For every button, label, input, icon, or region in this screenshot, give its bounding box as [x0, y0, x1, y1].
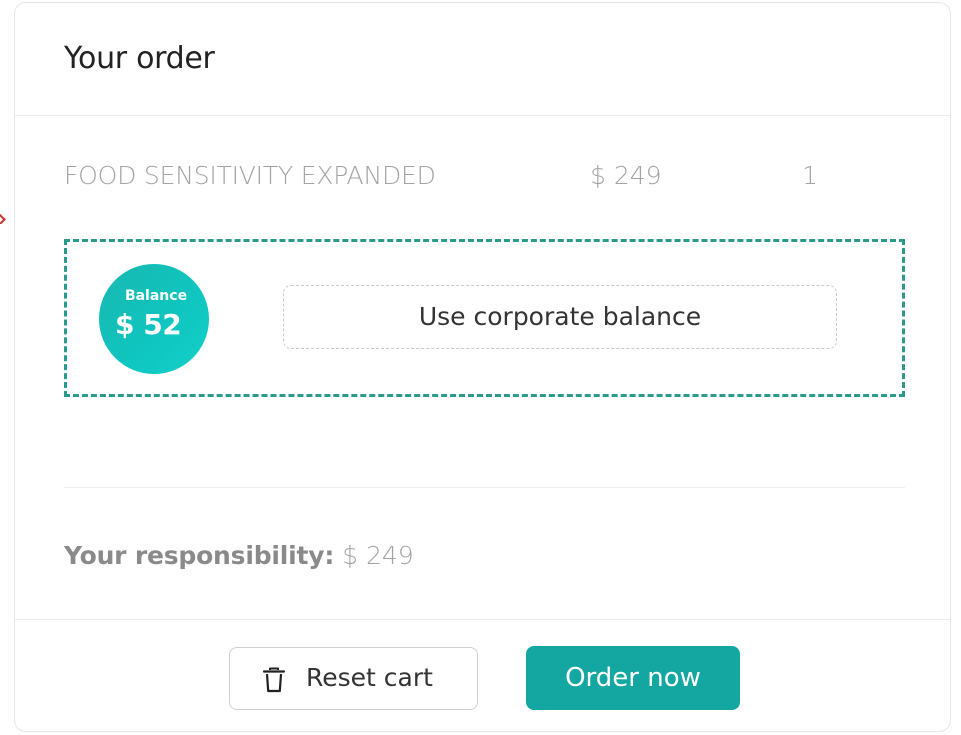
balance-amount: $ 52	[115, 308, 182, 341]
use-corporate-balance-button[interactable]: Use corporate balance	[283, 285, 837, 349]
responsibility-value: $ 249	[342, 541, 414, 570]
trash-icon	[262, 667, 286, 693]
responsibility-line: Your responsibility: $ 249	[64, 541, 414, 570]
order-title: Your order	[64, 41, 215, 76]
order-item-row: FOOD SENSITIVITY EXPANDED $ 249 1	[64, 161, 864, 197]
order-header: Your order	[15, 3, 950, 116]
reset-cart-button[interactable]: Reset cart	[229, 647, 478, 710]
order-now-button[interactable]: Order now	[526, 646, 740, 710]
order-footer: Reset cart Order now	[15, 619, 950, 732]
edge-arrow-icon	[0, 214, 8, 224]
divider	[64, 487, 905, 488]
item-quantity: 1	[802, 161, 818, 190]
corporate-balance-box: Balance $ 52 Use corporate balance	[64, 239, 905, 397]
order-card: Your order FOOD SENSITIVITY EXPANDED $ 2…	[14, 2, 951, 732]
item-price: $ 249	[590, 161, 662, 190]
item-name: FOOD SENSITIVITY EXPANDED	[64, 161, 436, 190]
balance-label: Balance	[124, 288, 188, 304]
reset-cart-label: Reset cart	[306, 663, 433, 692]
responsibility-label: Your responsibility:	[64, 541, 335, 570]
balance-badge: Balance $ 52	[99, 264, 209, 374]
